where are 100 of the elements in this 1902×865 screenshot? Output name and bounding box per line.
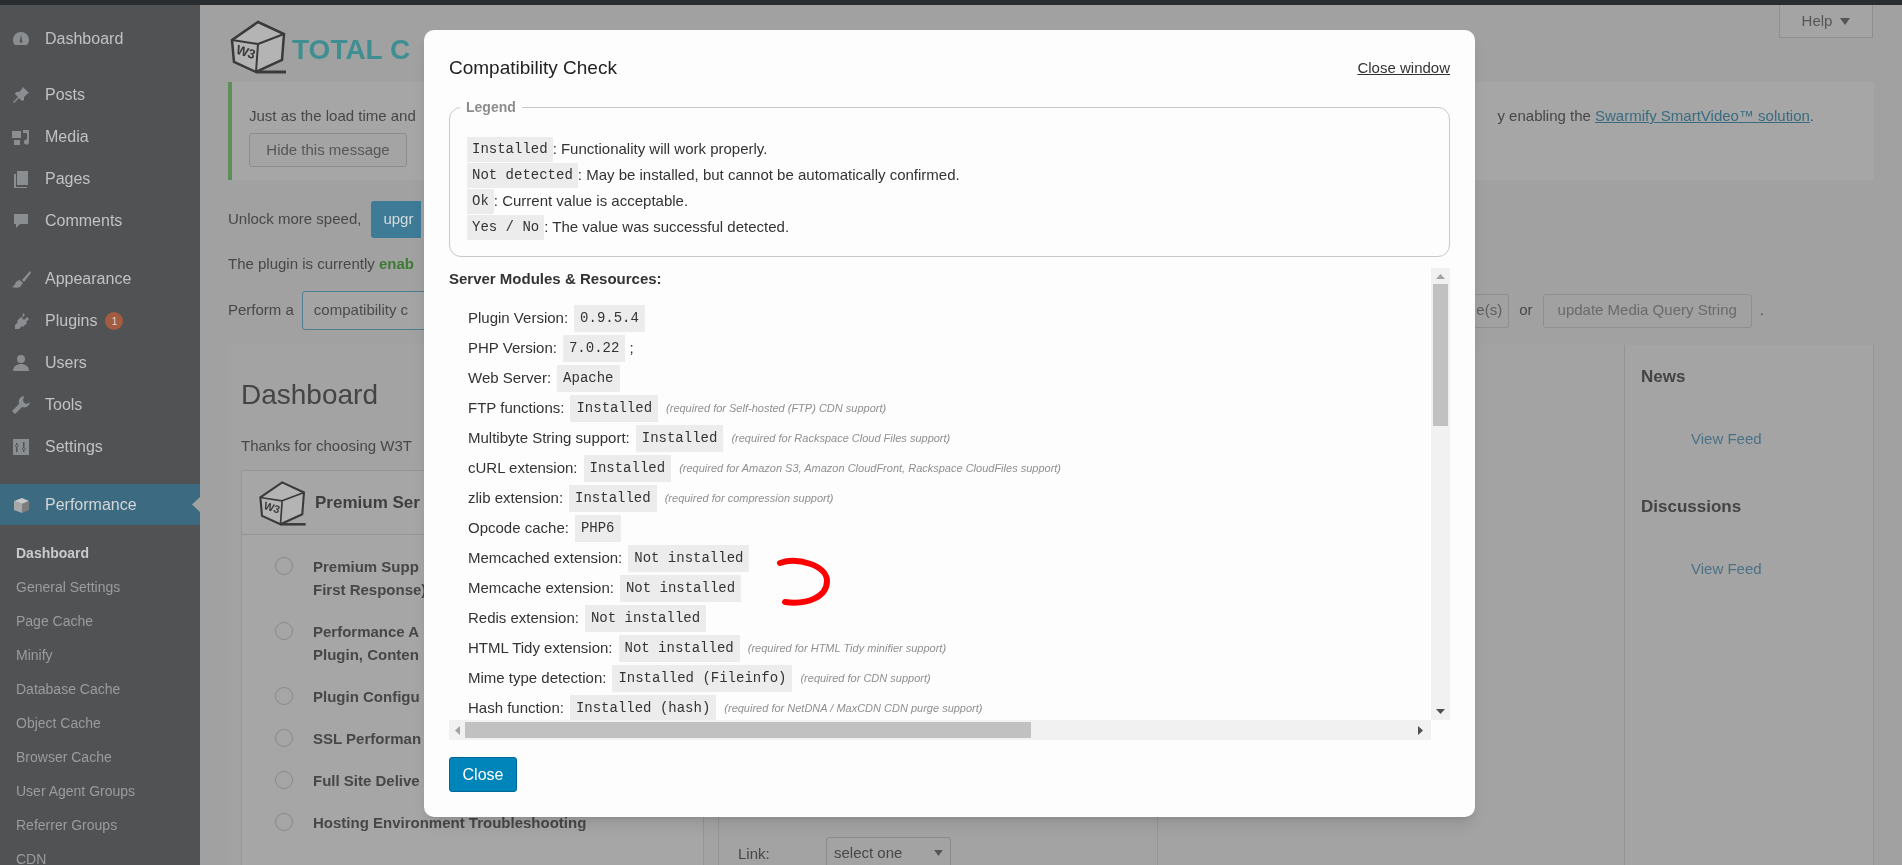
menu-item[interactable]: Tools xyxy=(0,384,200,426)
status-term: Ok xyxy=(467,188,494,214)
action-text: Perform a xyxy=(228,300,294,321)
status-value: Installed xyxy=(635,424,724,452)
upgrade-button[interactable]: upgr xyxy=(371,201,422,238)
close-window-link[interactable]: Close window xyxy=(1357,56,1450,80)
row-label: Plugin Version: xyxy=(468,307,569,328)
widget-title: Discussions xyxy=(1641,496,1743,517)
row-label: Memcache extension: xyxy=(468,577,614,598)
row-label: Hash function: xyxy=(468,697,564,718)
status-value: Installed xyxy=(583,454,672,482)
submenu-item[interactable]: Minify xyxy=(0,638,200,672)
menu-item[interactable]: Users xyxy=(0,342,200,384)
pushpin-icon xyxy=(11,85,31,105)
horizontal-scrollbar[interactable] xyxy=(449,720,1431,740)
menu-item[interactable]: Pages xyxy=(0,158,200,200)
pages-icon xyxy=(11,169,31,189)
menu-item[interactable]: Appearance xyxy=(0,258,200,300)
submenu-item[interactable]: Database Cache xyxy=(0,672,200,706)
status-text: The plugin is currently enab xyxy=(228,255,415,273)
status-value: Not installed xyxy=(619,574,742,602)
option-label: Premium Supp First Response) xyxy=(313,557,427,600)
menu-item[interactable]: Plugins 1 xyxy=(0,300,200,342)
submenu-item[interactable]: Browser Cache xyxy=(0,740,200,774)
status-value: PHP6 xyxy=(574,514,621,542)
user-icon xyxy=(11,353,31,373)
row-label: zlib extension: xyxy=(468,487,564,508)
row-label: Opcode cache: xyxy=(468,517,569,538)
row-label: cURL extension: xyxy=(468,457,578,478)
status-value: Installed xyxy=(569,484,657,512)
submenu-item[interactable]: Page Cache xyxy=(0,604,200,638)
menu-item[interactable]: Comments xyxy=(0,200,200,242)
submenu-item[interactable]: User Agent Groups xyxy=(0,774,200,808)
page-heading: Dashboard xyxy=(241,378,378,412)
row-label: Redis extension: xyxy=(468,607,579,628)
option-label: Full Site Delive xyxy=(313,771,420,791)
legend-text: : The value was successful detected. xyxy=(544,216,790,237)
status-term: Not detected xyxy=(467,162,578,188)
caret-icon xyxy=(1840,17,1851,25)
row-label: FTP functions: xyxy=(468,397,565,418)
option-label: Hosting Environment Troubleshooting xyxy=(313,813,587,833)
row-label: PHP Version: xyxy=(468,337,557,358)
hide-message-button[interactable]: Hide this message xyxy=(249,133,407,167)
requirement-note: (required for Rackspace Cloud Files support) xyxy=(731,430,951,446)
menu-item[interactable]: Dashboard xyxy=(0,18,200,60)
status-value: 7.0.22 xyxy=(562,334,626,362)
scrollbar-thumb[interactable] xyxy=(1433,284,1448,426)
vertical-scrollbar[interactable] xyxy=(1431,268,1450,720)
option-label: Plugin Configu xyxy=(313,687,420,707)
intro-text: Thanks for choosing W3T xyxy=(241,436,412,456)
legend-text: : Current value is acceptable. xyxy=(493,190,689,211)
section-heading: Server Modules & Resources: xyxy=(449,269,663,289)
scroll-up-icon[interactable] xyxy=(1436,274,1445,279)
menu-item[interactable]: Settings xyxy=(0,426,200,468)
period-text: . xyxy=(1759,300,1764,321)
row-label: Web Server: xyxy=(468,367,552,388)
row-suffix: ; xyxy=(629,337,634,358)
logo-badge-text: W3 xyxy=(234,41,258,63)
logo-badge-text: W3 xyxy=(262,499,282,516)
status-value: Installed (hash) xyxy=(569,694,717,720)
menu-item[interactable]: Media xyxy=(0,116,200,158)
promo-text: Unlock more speed, xyxy=(228,209,362,230)
count-badge: 1 xyxy=(105,312,124,330)
scroll-right-icon[interactable] xyxy=(1418,725,1423,735)
submenu-item[interactable]: Object Cache xyxy=(0,706,200,740)
caret-icon xyxy=(934,850,943,856)
status-value: Installed (Fileinfo) xyxy=(612,664,793,692)
status-value: 0.9.5.4 xyxy=(574,304,645,332)
cube-drawing xyxy=(259,481,306,526)
status-value: Not installed xyxy=(618,634,740,662)
menu-item[interactable]: Posts xyxy=(0,74,200,116)
row-label: Multibyte String support: xyxy=(468,427,630,448)
submenu-item[interactable]: General Settings xyxy=(0,570,200,604)
notice-link[interactable]: Swarmify SmartVideo™ solution xyxy=(1595,107,1810,124)
requirement-note: (required for HTML Tidy minifier support) xyxy=(747,640,947,656)
legend-text: : May be installed, but cannot be automatically confirmed. xyxy=(577,164,960,185)
dialog-title: Compatibility Check xyxy=(449,56,617,80)
brush-icon xyxy=(11,269,31,289)
logo-text: TOTAL C xyxy=(292,34,411,66)
requirement-note: (required for Self-hosted (FTP) CDN support) xyxy=(666,400,887,416)
option-label: SSL Performan xyxy=(313,729,422,749)
scroll-left-icon[interactable] xyxy=(455,725,460,735)
help-button[interactable]: Help xyxy=(1779,5,1873,38)
submenu-item[interactable]: CDN xyxy=(0,842,200,865)
link-select[interactable]: select one xyxy=(826,837,951,865)
status-value: Installed xyxy=(570,394,659,422)
requirement-note: (required for Amazon S3, Amazon CloudFront, Rackspace CloudFiles support) xyxy=(679,460,1062,476)
view-feed-link[interactable]: View Feed xyxy=(1691,559,1762,579)
submenu-item[interactable]: Dashboard xyxy=(0,536,200,570)
or-text: or xyxy=(1519,300,1533,321)
close-button[interactable]: Close xyxy=(449,757,517,792)
wrench-icon xyxy=(11,395,31,415)
box-title: Premium Ser xyxy=(315,491,420,514)
status-value: Not installed xyxy=(584,604,707,632)
submenu-item[interactable]: Referrer Groups xyxy=(0,808,200,842)
scroll-down-icon[interactable] xyxy=(1436,709,1445,714)
menu-item[interactable]: Performance xyxy=(0,484,200,525)
scrollbar-thumb[interactable] xyxy=(465,722,1031,738)
view-feed-link[interactable]: View Feed xyxy=(1691,429,1762,449)
status-term: Yes / No xyxy=(467,214,545,240)
